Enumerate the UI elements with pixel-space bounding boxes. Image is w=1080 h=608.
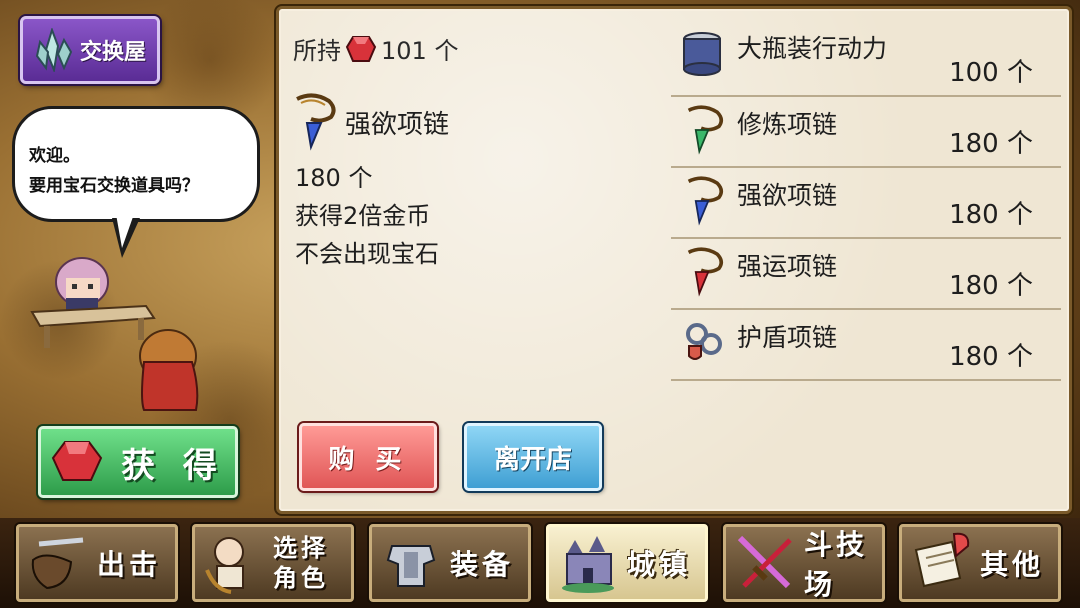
shield-necklace-icon: [686, 323, 722, 360]
nav-select-character-button[interactable]: 选择 角色: [192, 524, 354, 602]
item-cost: 100 个: [949, 58, 1033, 88]
selected-item-header: 强欲项链: [287, 93, 449, 151]
npc-speech-bubble: 欢迎。 要用宝石交换道具吗？: [12, 106, 260, 222]
leave-shop-button[interactable]: 离开店: [464, 423, 602, 491]
potion-jar-icon: [683, 32, 721, 76]
npc-greeting: 欢迎。: [29, 146, 80, 166]
shop-desk: [30, 304, 156, 348]
nav-select-line1: 选择: [273, 534, 329, 562]
shop-title-badge: 交换屋: [20, 16, 160, 84]
shop-item-row[interactable]: 护盾项链 180 个: [671, 310, 1061, 381]
shop-item-row[interactable]: 大瓶装行动力 100 个: [671, 21, 1061, 97]
shop-item-list: 大瓶装行动力 100 个 修炼项链 180 个 强欲项链 180 个 强运项链 …: [671, 21, 1061, 381]
blue-necklace-icon: [687, 176, 724, 226]
nav-town-label: 城镇: [627, 548, 692, 581]
shop-panel: 所持 101 个 强欲项链 180 个 获得2倍金币 不会出现宝石 大瓶装行动力…: [276, 6, 1072, 514]
item-cost: 180 个: [949, 342, 1033, 372]
selected-item-name: 强欲项链: [345, 109, 450, 140]
nav-other-label: 其他: [980, 548, 1045, 581]
item-name: 强运项链: [737, 252, 838, 281]
selected-item-effect-2: 不会出现宝石: [295, 240, 439, 268]
shop-item-row[interactable]: 强欲项链 180 个: [671, 168, 1061, 239]
crystal-icon: [35, 28, 73, 72]
selected-item-cost: 180 个: [295, 164, 373, 192]
red-necklace-icon: [687, 247, 724, 297]
character-portrait-icon: [205, 537, 244, 594]
crossed-swords-icon: [737, 535, 792, 589]
scroll-quill-icon: [914, 532, 970, 588]
selected-item-effect-1: 获得2倍金币: [295, 202, 431, 230]
red-gem-icon: [345, 35, 377, 62]
nav-arena-button[interactable]: 斗技场: [723, 524, 885, 602]
red-gem-icon: [51, 441, 103, 481]
nav-other-button[interactable]: 其他: [899, 524, 1061, 602]
player-character-sprite: [139, 329, 199, 411]
castle-town-icon: [562, 536, 614, 593]
armor-icon: [386, 545, 436, 587]
shop-item-row[interactable]: 强运项链 180 个: [671, 239, 1061, 310]
item-cost: 180 个: [949, 200, 1033, 230]
owned-label: 所持: [293, 37, 341, 65]
nav-sortie-button[interactable]: 出击: [16, 524, 178, 602]
item-cost: 180 个: [949, 129, 1033, 159]
npc-question: 要用宝石交换道具吗？: [29, 176, 199, 196]
blue-necklace-icon: [296, 93, 336, 151]
item-name: 强欲项链: [737, 181, 838, 210]
nav-select-character-label: 选择 角色: [273, 533, 329, 593]
owned-gems: 所持 101 个: [293, 31, 458, 66]
nav-town-button[interactable]: 城镇: [546, 524, 708, 602]
nav-equip-label: 装备: [450, 548, 515, 581]
sword-shield-icon: [31, 537, 84, 590]
buy-button[interactable]: 购 买: [299, 423, 437, 491]
green-necklace-icon: [687, 105, 724, 155]
item-name: 护盾项链: [737, 323, 838, 352]
nav-sortie-label: 出击: [97, 548, 162, 581]
item-cost: 180 个: [949, 271, 1033, 301]
shop-title: 交换屋: [79, 40, 146, 65]
nav-equip-button[interactable]: 装备: [369, 524, 531, 602]
item-name: 修炼项链: [737, 110, 838, 139]
nav-select-line2: 角色: [273, 564, 329, 592]
owned-gem-count: 101 个: [381, 37, 459, 65]
get-gems-label: 获 得: [121, 445, 225, 486]
shop-scene-illustration: [30, 257, 199, 411]
shop-item-row[interactable]: 修炼项链 180 个: [671, 97, 1061, 168]
item-name: 大瓶装行动力: [737, 34, 888, 63]
selected-item-details: 180 个 获得2倍金币 不会出现宝石: [295, 159, 439, 273]
get-gems-button[interactable]: 获 得: [38, 426, 238, 498]
nav-arena-label: 斗技场: [804, 528, 869, 601]
